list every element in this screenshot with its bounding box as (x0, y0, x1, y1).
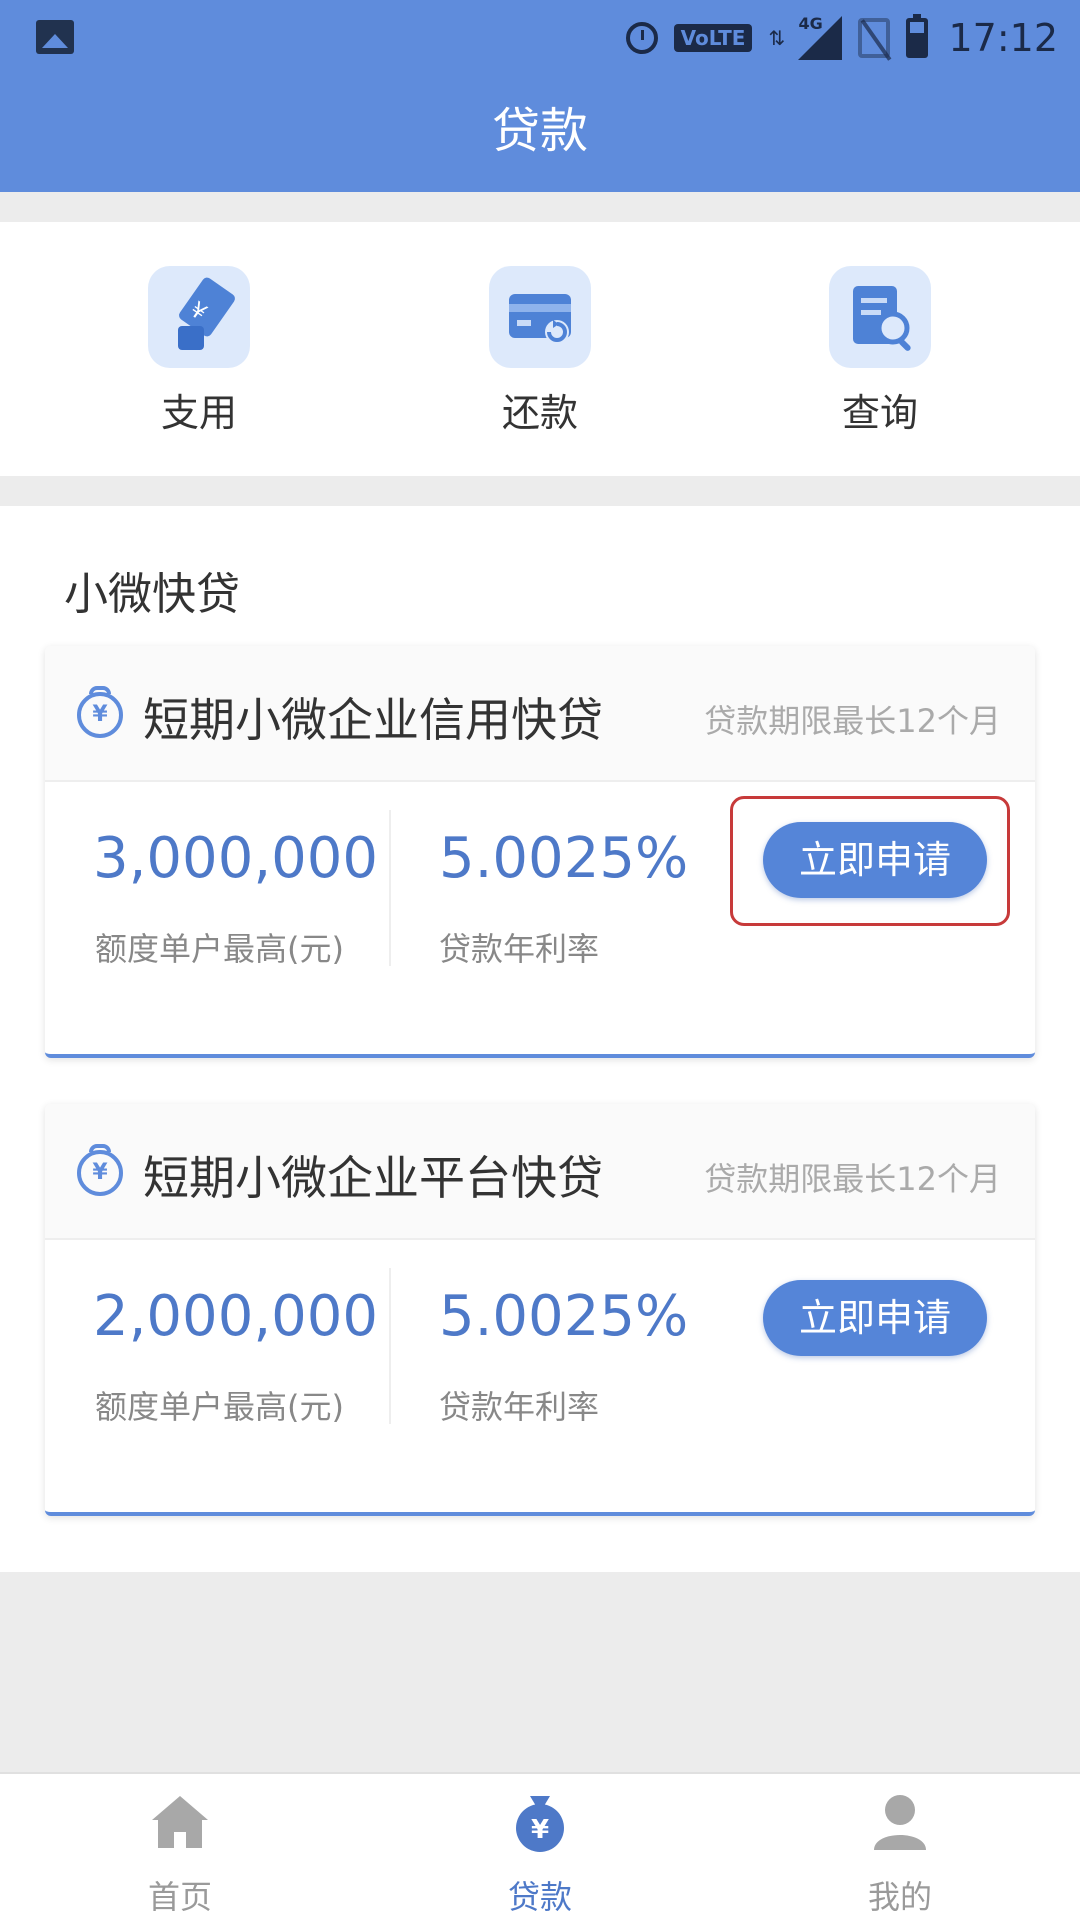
money-bag-icon: ¥ (77, 686, 123, 738)
action-repay-label: 还款 (501, 391, 578, 435)
money-bag-icon: ¥ (508, 1790, 572, 1854)
divider (389, 1268, 391, 1424)
loan-max-amount: 2,000,000 (93, 1284, 379, 1349)
action-repay[interactable]: 还款 (470, 266, 610, 437)
action-withdraw[interactable]: ¥ 支用 (129, 266, 269, 437)
loan-card: ¥ 短期小微企业平台快贷 贷款期限最长12个月 2,000,000 额度单户最高… (45, 1104, 1035, 1516)
loan-max-amount: 3,000,000 (93, 826, 379, 891)
divider (389, 810, 391, 966)
home-icon (148, 1790, 212, 1854)
image-notification-icon (36, 20, 74, 54)
bottom-tab-bar: 首页 ¥ 贷款 我的 (0, 1772, 1080, 1922)
tab-home-label: 首页 (147, 1878, 212, 1916)
apply-button[interactable]: 立即申请 (763, 1280, 987, 1356)
loan-rate: 5.0025% (439, 1284, 689, 1349)
loan-rate-label: 贷款年利率 (439, 1388, 600, 1426)
loan-max-amount-label: 额度单户最高(元) (95, 1388, 344, 1426)
quick-actions: ¥ 支用 还款 查询 (0, 222, 1080, 476)
person-icon (868, 1790, 932, 1854)
action-query-label: 查询 (841, 391, 918, 435)
network-type-label: 4G (798, 14, 823, 33)
card-return-icon (489, 266, 591, 368)
action-query[interactable]: 查询 (810, 266, 950, 437)
document-search-icon (829, 266, 931, 368)
alarm-icon (625, 22, 658, 54)
loan-name: 短期小微企业平台快贷 (143, 1151, 603, 1205)
highlight-box (730, 796, 1010, 926)
hand-yuan-card-icon: ¥ (148, 266, 250, 368)
loan-card-header: ¥ 短期小微企业平台快贷 贷款期限最长12个月 (45, 1104, 1035, 1240)
loan-rate-label: 贷款年利率 (439, 930, 600, 968)
tab-loans[interactable]: ¥ 贷款 (470, 1790, 610, 1918)
loan-term: 贷款期限最长12个月 (704, 1160, 1001, 1198)
tab-loans-label: 贷款 (507, 1878, 572, 1916)
tab-mine-label: 我的 (867, 1878, 932, 1916)
signal-icon: 4G (798, 14, 843, 60)
loan-card-header: ¥ 短期小微企业信用快贷 贷款期限最长12个月 (45, 646, 1035, 782)
page-header: 贷款 (0, 76, 1080, 192)
yuan-glyph: ¥ (531, 1815, 549, 1845)
loan-section: 小微快贷 ¥ 短期小微企业信用快贷 贷款期限最长12个月 3,000,000 额… (0, 506, 1080, 1572)
data-activity-icon: ⇅ (768, 26, 786, 50)
tab-mine[interactable]: 我的 (830, 1790, 970, 1918)
page-title: 贷款 (491, 103, 588, 159)
loan-rate: 5.0025% (439, 826, 689, 891)
tab-home[interactable]: 首页 (110, 1790, 250, 1918)
loan-term: 贷款期限最长12个月 (704, 702, 1001, 740)
volte-badge: VoLTE (673, 24, 753, 52)
no-sim-icon (858, 18, 891, 58)
money-bag-icon: ¥ (77, 1144, 123, 1196)
loan-name: 短期小微企业信用快贷 (143, 693, 603, 747)
battery-icon (906, 14, 929, 58)
loan-max-amount-label: 额度单户最高(元) (95, 930, 344, 968)
status-time: 17:12 (948, 16, 1058, 60)
action-withdraw-label: 支用 (160, 391, 237, 435)
status-bar: VoLTE ⇅ 4G 17:12 (0, 0, 1080, 76)
section-title: 小微快贷 (64, 569, 240, 620)
